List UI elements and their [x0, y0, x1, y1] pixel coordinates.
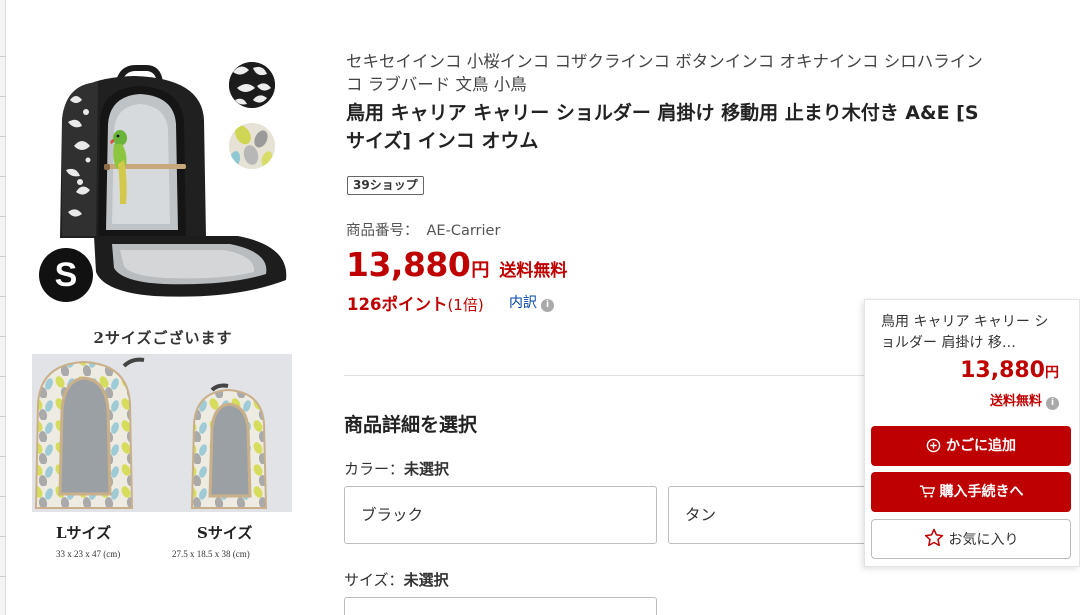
ruler-tick	[0, 216, 6, 217]
checkout-button[interactable]: 購入手続きへ	[871, 472, 1071, 512]
star-icon	[924, 528, 949, 548]
color-field-label: カラー：未選択	[344, 458, 449, 479]
size-status: 未選択	[403, 571, 449, 589]
favorite-button[interactable]: お気に入り	[871, 519, 1071, 559]
cart-price-amount: 13,880	[960, 358, 1045, 383]
ruler-tick	[0, 56, 6, 57]
ruler-tick	[0, 136, 6, 137]
product-category-keywords: セキセイインコ 小桜インコ コザクラインコ ボタンインコ オキナインコ シロハラ…	[346, 52, 983, 94]
cart-price-currency: 円	[1045, 365, 1059, 381]
size-comparison-caption: 2サイズございます	[93, 329, 233, 347]
info-icon: i	[541, 299, 554, 312]
large-size-label: Lサイズ	[56, 524, 112, 542]
color-option-black[interactable]: ブラック	[344, 486, 657, 544]
breakdown-link-label: 内訳	[509, 295, 537, 311]
ruler-tick	[0, 536, 6, 537]
ruler-tick	[0, 496, 6, 497]
size-comparison-image[interactable]	[32, 354, 292, 512]
color-option-tan[interactable]: タン	[668, 486, 888, 544]
left-edge-ruler	[0, 0, 6, 615]
color-thumbnail-leaf[interactable]	[229, 123, 275, 169]
size-option-first[interactable]	[344, 597, 657, 615]
shop-badge: 39ショップ	[347, 176, 424, 195]
price-amount: 13,880	[346, 245, 471, 284]
cart-icon	[919, 484, 940, 500]
small-size-dimensions: 27.5 x 18.5 x 38 (cm)	[172, 549, 250, 559]
product-number: 商品番号： AE-Carrier	[346, 219, 500, 240]
section-divider	[344, 375, 864, 376]
ruler-tick	[0, 296, 6, 297]
favorite-label: お気に入り	[948, 532, 1019, 548]
info-icon[interactable]: i	[1046, 397, 1059, 410]
points-breakdown-link[interactable]: 内訳 i	[509, 292, 554, 312]
points-amount: 126ポイント	[347, 295, 448, 314]
color-thumbnail-black[interactable]	[229, 62, 275, 108]
plus-circle-icon	[926, 438, 946, 454]
ruler-tick	[0, 336, 6, 337]
size-label-text: サイズ：	[344, 571, 404, 589]
add-to-cart-button[interactable]: かごに追加	[871, 426, 1071, 466]
cart-panel-product-title: 鳥用 キャリア キャリー ショルダー 肩掛け 移…	[881, 314, 1049, 351]
small-size-label: Sサイズ	[197, 524, 253, 542]
product-price: 13,880円 送料無料	[346, 245, 567, 284]
product-title: 鳥用 キャリア キャリー ショルダー 肩掛け 移動用 止まり木付き A&E [S…	[346, 102, 979, 152]
product-number-value: AE-Carrier	[426, 223, 501, 239]
ruler-tick	[0, 456, 6, 457]
add-to-cart-label: かごに追加	[946, 438, 1016, 454]
free-shipping-label: 送料無料	[499, 261, 568, 281]
large-size-dimensions: 33 x 23 x 47 (cm)	[56, 549, 121, 559]
floating-cart-panel: 鳥用 キャリア キャリー ショルダー 肩掛け 移… 13,880円 送料無料 i …	[864, 299, 1080, 567]
product-number-label: 商品番号：	[346, 223, 419, 239]
cart-panel-price: 13,880円	[960, 358, 1059, 383]
ruler-tick	[0, 416, 6, 417]
price-currency: 円	[471, 260, 490, 281]
color-label-text: カラー：	[344, 460, 405, 478]
cart-shipping-label: 送料無料	[989, 394, 1042, 409]
size-badge-label: S	[54, 256, 78, 294]
ruler-tick	[0, 376, 6, 377]
ruler-tick	[0, 256, 6, 257]
points-info: 126ポイント(1倍)	[347, 291, 484, 315]
select-options-heading: 商品詳細を選択	[344, 414, 478, 436]
cart-panel-shipping: 送料無料 i	[990, 390, 1059, 410]
checkout-label: 購入手続きへ	[939, 484, 1024, 500]
points-multiplier: (1倍)	[447, 296, 484, 314]
size-field-label: サイズ：未選択	[344, 569, 449, 590]
ruler-tick	[0, 576, 6, 577]
color-status: 未選択	[404, 460, 450, 478]
ruler-tick	[0, 176, 6, 177]
ruler-tick	[0, 96, 6, 97]
